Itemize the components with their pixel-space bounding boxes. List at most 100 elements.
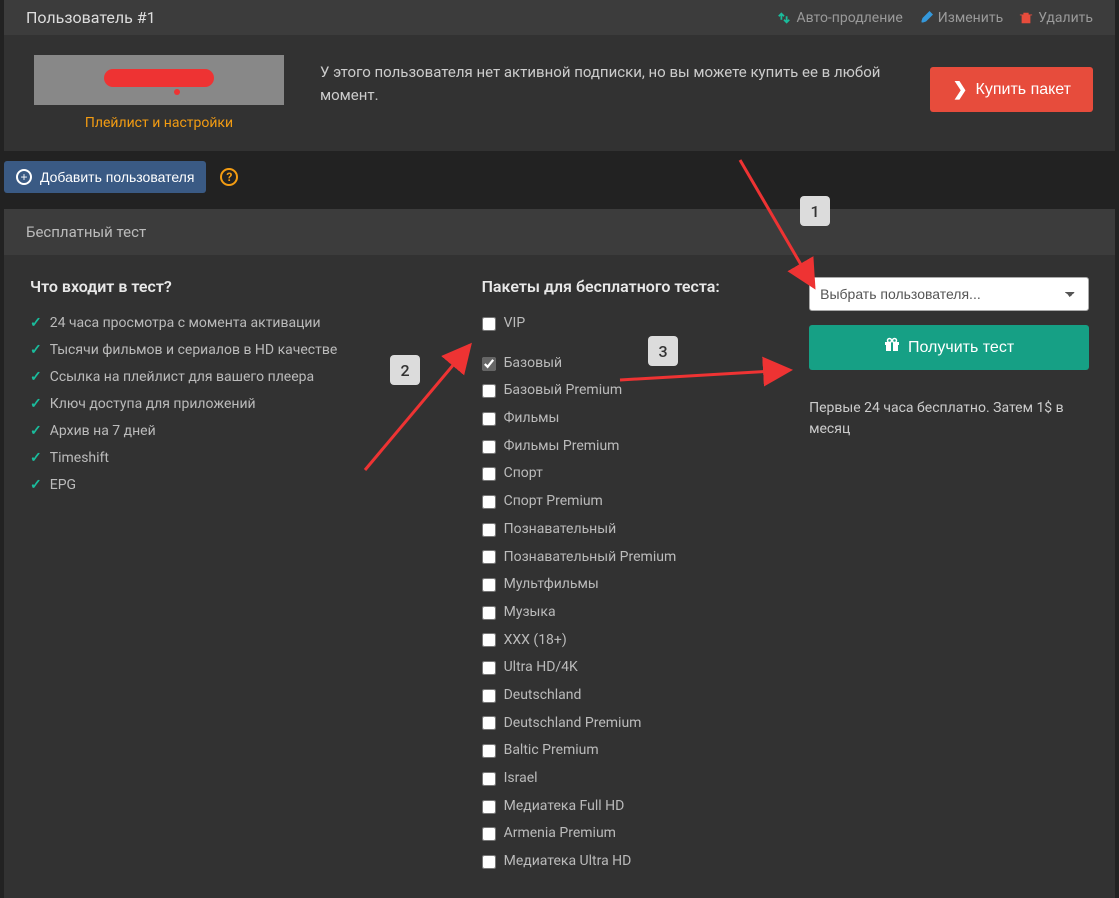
feature-item-label: Тысячи фильмов и сериалов в HD качестве xyxy=(50,340,338,361)
package-label: Фильмы xyxy=(504,408,560,430)
free-test-body: Что входит в тест? ✓ 24 часа просмотра с … xyxy=(4,255,1115,898)
package-item: Baltic Premium xyxy=(482,737,810,765)
package-item: Armenia Premium xyxy=(482,820,810,848)
add-user-button[interactable]: + Добавить пользователя xyxy=(4,161,206,193)
feature-item: ✓EPG xyxy=(30,472,482,499)
package-item: Медиатека Full HD xyxy=(482,793,810,821)
feature-item: ✓Ключ доступа для приложений xyxy=(30,391,482,418)
package-label: Israel xyxy=(504,768,538,790)
refresh-icon xyxy=(777,11,791,25)
package-checkbox[interactable] xyxy=(482,523,496,537)
help-icon[interactable]: ? xyxy=(220,168,238,186)
feature-item: ✓Архив на 7 дней xyxy=(30,418,482,445)
check-icon: ✓ xyxy=(30,421,42,442)
package-label: Armenia Premium xyxy=(504,823,616,845)
add-user-label: Добавить пользователя xyxy=(40,169,194,185)
package-label: Deutschland xyxy=(504,685,582,707)
package-checkbox[interactable] xyxy=(482,827,496,841)
package-checkbox[interactable] xyxy=(482,661,496,675)
packages-list: VIP Базовый Базовый Premium Фильмы Фильмы Pr… xyxy=(482,310,810,876)
package-checkbox[interactable] xyxy=(482,357,496,371)
feature-item-label: EPG xyxy=(50,475,76,496)
package-label: Мультфильмы xyxy=(504,574,599,596)
spacer xyxy=(482,338,810,350)
package-label: Базовый xyxy=(504,353,563,375)
package-label: Спорт Premium xyxy=(504,491,603,513)
packages-title: Пакеты для бесплатного теста: xyxy=(482,277,810,296)
get-test-button[interactable]: Получить тест xyxy=(809,325,1089,370)
package-item: Ultra HD/4K xyxy=(482,654,810,682)
test-note: Первые 24 часа бесплатно. Затем 1$ в мес… xyxy=(809,398,1089,440)
package-checkbox[interactable] xyxy=(482,633,496,647)
feature-item-label: Timeshift xyxy=(50,448,109,469)
package-item: Фильмы Premium xyxy=(482,433,810,461)
plus-circle-icon: + xyxy=(16,169,32,185)
check-icon: ✓ xyxy=(30,394,42,415)
package-checkbox[interactable] xyxy=(482,689,496,703)
package-item: Deutschland Premium xyxy=(482,710,810,738)
package-checkbox[interactable] xyxy=(482,317,496,331)
feature-list: ✓ 24 часа просмотра с момента активации ✓ Т… xyxy=(30,310,482,499)
header-actions: Авто-продление Изменить Удалить xyxy=(777,10,1093,26)
package-item: XXX (18+) xyxy=(482,627,810,655)
package-item: Базовый Premium xyxy=(482,377,810,405)
edit-label: Изменить xyxy=(938,10,1003,26)
package-label: VIP xyxy=(504,313,526,335)
user-left: Плейлист и настройки xyxy=(34,55,284,131)
annotation-marker-1: 1 xyxy=(800,196,830,226)
package-checkbox[interactable] xyxy=(482,716,496,730)
buy-package-button[interactable]: ❯ Купить пакет xyxy=(930,67,1093,112)
package-item: Мультфильмы xyxy=(482,571,810,599)
package-label: Базовый Premium xyxy=(504,380,623,402)
free-test-panel: Бесплатный тест Что входит в тест? ✓24 ч… xyxy=(4,209,1115,898)
delete-label: Удалить xyxy=(1038,10,1093,26)
delete-link[interactable]: Удалить xyxy=(1019,10,1093,26)
test-packages-column: Пакеты для бесплатного теста: VIP Базовый… xyxy=(482,277,810,876)
user-header: Пользователь #1 Авто-продление Изменить … xyxy=(4,0,1115,35)
package-item: Спорт Premium xyxy=(482,488,810,516)
package-checkbox[interactable] xyxy=(482,412,496,426)
package-checkbox[interactable] xyxy=(482,384,496,398)
package-checkbox[interactable] xyxy=(482,772,496,786)
package-item: VIP xyxy=(482,310,810,338)
trash-icon xyxy=(1019,11,1033,25)
package-checkbox[interactable] xyxy=(482,606,496,620)
feature-item: ✓ 24 часа просмотра с момента активации xyxy=(30,310,482,337)
package-checkbox[interactable] xyxy=(482,550,496,564)
annotation-marker-3: 3 xyxy=(648,336,678,366)
test-includes-title: Что входит в тест? xyxy=(30,277,482,296)
package-label: Спорт xyxy=(504,463,543,485)
user-body: Плейлист и настройки У этого пользовател… xyxy=(4,35,1115,151)
chevron-right-icon: ❯ xyxy=(952,79,967,100)
package-item: Музыка xyxy=(482,599,810,627)
feature-item-label: 24 часа просмотра с момента активации xyxy=(50,313,321,334)
package-checkbox[interactable] xyxy=(482,467,496,481)
select-user-dropdown[interactable]: Выбрать пользователя... xyxy=(809,277,1089,311)
package-checkbox[interactable] xyxy=(482,800,496,814)
buy-package-label: Купить пакет xyxy=(976,81,1071,99)
add-user-row: + Добавить пользователя ? xyxy=(0,161,1119,205)
package-item: Познавательный xyxy=(482,516,810,544)
package-label: Познавательный Premium xyxy=(504,547,677,569)
package-item: Спорт xyxy=(482,460,810,488)
package-label: XXX (18+) xyxy=(504,630,567,652)
auto-renew-link[interactable]: Авто-продление xyxy=(777,10,902,26)
check-icon: ✓ xyxy=(30,313,42,334)
feature-item-label: Ссылка на плейлист для вашего плеера xyxy=(50,367,314,388)
package-item: Познавательный Premium xyxy=(482,544,810,572)
package-checkbox[interactable] xyxy=(482,744,496,758)
package-item: Базовый xyxy=(482,350,810,378)
playlist-thumbnail[interactable] xyxy=(34,55,284,105)
package-checkbox[interactable] xyxy=(482,855,496,869)
subscription-text: У этого пользователя нет активной подпис… xyxy=(320,55,894,106)
get-test-label: Получить тест xyxy=(908,339,1014,357)
package-checkbox[interactable] xyxy=(482,578,496,592)
redacted-dot-icon xyxy=(174,89,180,95)
feature-item: ✓Timeshift xyxy=(30,445,482,472)
playlist-settings-link[interactable]: Плейлист и настройки xyxy=(85,115,233,131)
package-checkbox[interactable] xyxy=(482,440,496,454)
edit-link[interactable]: Изменить xyxy=(919,10,1003,26)
user-panel: Пользователь #1 Авто-продление Изменить … xyxy=(4,0,1115,151)
package-checkbox[interactable] xyxy=(482,495,496,509)
user-right: ❯ Купить пакет xyxy=(930,55,1093,112)
